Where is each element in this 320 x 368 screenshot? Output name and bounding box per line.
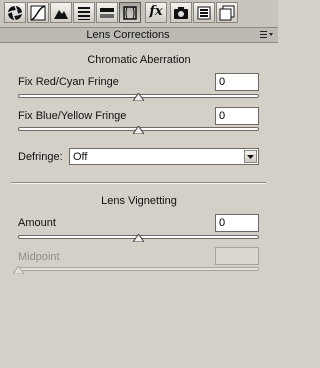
amount-label: Amount bbox=[18, 217, 56, 229]
red-cyan-field[interactable] bbox=[215, 73, 259, 91]
tab-lens-corrections[interactable] bbox=[119, 2, 141, 23]
panel-menu-icon[interactable] bbox=[260, 30, 274, 40]
blue-yellow-slider-thumb[interactable] bbox=[133, 126, 144, 134]
lens-corrections-icon bbox=[123, 6, 137, 20]
tab-basic[interactable] bbox=[4, 2, 26, 23]
amount-field[interactable] bbox=[215, 214, 259, 232]
red-cyan-label: Fix Red/Cyan Fringe bbox=[18, 76, 119, 88]
tab-presets[interactable] bbox=[193, 2, 215, 23]
tab-snapshots[interactable] bbox=[216, 2, 238, 23]
tab-hsl-grayscale[interactable] bbox=[73, 2, 95, 23]
defringe-value: Off bbox=[73, 151, 88, 163]
tab-split-toning[interactable] bbox=[96, 2, 118, 23]
defringe-label: Defringe: bbox=[18, 151, 63, 163]
panel-header: Lens Corrections bbox=[0, 28, 278, 43]
blue-yellow-field[interactable] bbox=[215, 107, 259, 125]
chevron-down-icon[interactable] bbox=[244, 150, 257, 163]
midpoint-slider-thumb bbox=[13, 266, 24, 274]
red-cyan-slider-thumb[interactable] bbox=[133, 93, 144, 101]
defringe-select[interactable]: Off bbox=[69, 148, 259, 165]
chromatic-aberration-title: Chromatic Aberration bbox=[87, 54, 191, 66]
mountain-detail-icon bbox=[54, 10, 68, 19]
panel-title: Lens Corrections bbox=[86, 29, 170, 41]
midpoint-label: Midpoint bbox=[18, 251, 60, 263]
presets-icon bbox=[197, 6, 211, 20]
tone-curve-icon bbox=[30, 5, 46, 21]
tab-effects[interactable]: fx bbox=[145, 2, 167, 23]
midpoint-field bbox=[215, 247, 259, 265]
tab-camera-calibration[interactable] bbox=[170, 2, 192, 23]
tab-tone-curve[interactable] bbox=[27, 2, 49, 23]
camera-calibration-icon bbox=[174, 7, 188, 19]
midpoint-slider-track bbox=[18, 267, 259, 271]
tab-detail[interactable] bbox=[50, 2, 72, 23]
aperture-icon bbox=[7, 5, 23, 21]
hsl-grayscale-icon bbox=[78, 7, 90, 20]
lens-vignetting-title: Lens Vignetting bbox=[101, 195, 177, 207]
split-toning-icon bbox=[100, 8, 114, 18]
blue-yellow-label: Fix Blue/Yellow Fringe bbox=[18, 110, 127, 122]
section-divider bbox=[11, 182, 266, 184]
panel-tab-toolbar: fx bbox=[0, 0, 278, 28]
snapshots-icon bbox=[219, 5, 235, 21]
amount-slider-thumb[interactable] bbox=[133, 234, 144, 242]
fx-effects-icon: fx bbox=[149, 4, 163, 19]
